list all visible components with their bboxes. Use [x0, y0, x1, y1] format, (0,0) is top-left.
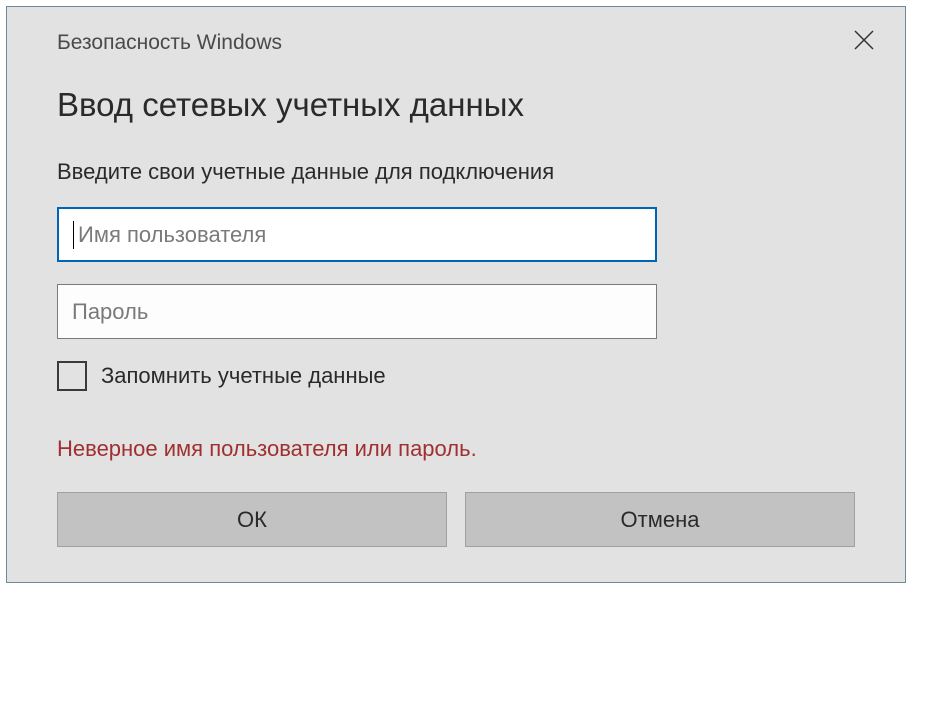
close-icon[interactable]: [843, 25, 885, 60]
username-placeholder: Имя пользователя: [78, 222, 266, 248]
password-input[interactable]: Пароль: [57, 284, 657, 339]
cancel-button-label: Отмена: [621, 507, 700, 533]
dialog-prompt: Введите свои учетные данные для подключе…: [57, 159, 855, 185]
button-row: ОК Отмена: [57, 492, 855, 547]
titlebar: Безопасность Windows: [57, 7, 885, 68]
remember-label: Запомнить учетные данные: [101, 363, 386, 389]
remember-checkbox-row: Запомнить учетные данные: [57, 361, 855, 391]
username-input[interactable]: Имя пользователя: [57, 207, 657, 262]
password-placeholder: Пароль: [72, 299, 148, 325]
ok-button[interactable]: ОК: [57, 492, 447, 547]
titlebar-title: Безопасность Windows: [57, 31, 282, 55]
cancel-button[interactable]: Отмена: [465, 492, 855, 547]
ok-button-label: ОК: [237, 507, 267, 533]
remember-checkbox[interactable]: [57, 361, 87, 391]
dialog-heading: Ввод сетевых учетных данных: [57, 86, 855, 124]
error-message: Неверное имя пользователя или пароль.: [57, 436, 855, 462]
credentials-dialog: Безопасность Windows Ввод сетевых учетны…: [6, 6, 906, 583]
